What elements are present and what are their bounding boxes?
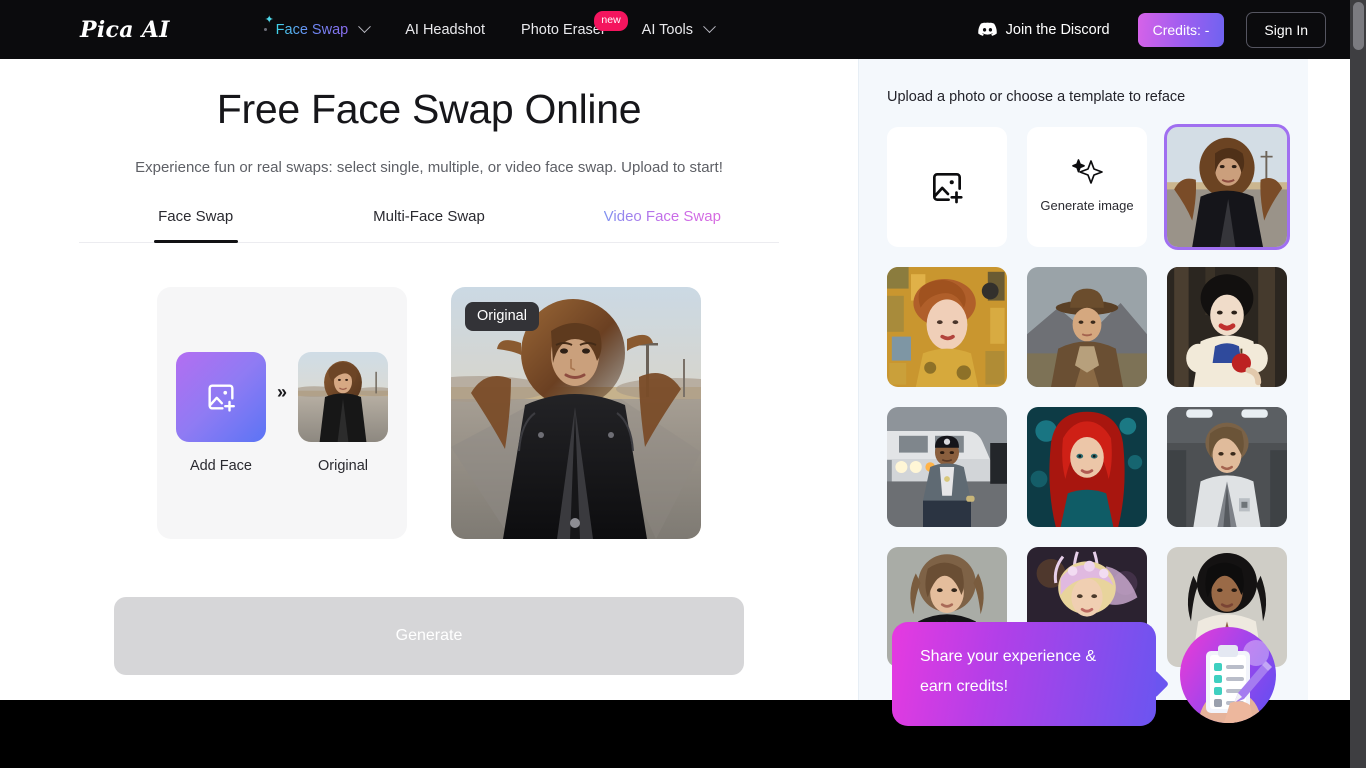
brand-logo[interactable]: Pica AI <box>80 17 170 43</box>
add-image-icon <box>932 172 963 204</box>
preview-image-card[interactable]: Original <box>451 287 701 539</box>
join-discord-link[interactable]: Join the Discord <box>977 21 1110 38</box>
generate-image-card[interactable]: Generate image <box>1027 127 1147 247</box>
target-thumbnail-image <box>298 352 388 442</box>
template-image-red-hair-woman <box>1027 407 1147 527</box>
template-card-snow-white[interactable] <box>1167 267 1287 387</box>
template-image-desert-woman <box>1167 127 1287 247</box>
panel-title: Upload a photo or choose a template to r… <box>887 89 1186 105</box>
template-card-scifi[interactable] <box>1167 407 1287 527</box>
top-header: Pica AI Face Swap ✦ AI Headshot Photo Er… <box>0 0 1350 59</box>
sparkle-icon: ✦ <box>264 14 274 26</box>
nav-item-ai-tools-label: AI Tools <box>641 21 693 38</box>
tab-face-swap[interactable]: Face Swap <box>79 200 312 242</box>
main-nav: Face Swap ✦ AI Headshot Photo Eraser new… <box>246 0 732 59</box>
swap-workspace: Add Face » Original Original <box>156 287 702 539</box>
survey-widget: Share your experience & earn credits! <box>892 622 1276 726</box>
template-card-klimt[interactable] <box>887 267 1007 387</box>
original-badge: Original <box>465 302 539 331</box>
template-panel: Upload a photo or choose a template to r… <box>858 59 1308 700</box>
bullet-dot-icon <box>263 28 267 31</box>
add-face-slot: Add Face <box>175 352 266 474</box>
nav-item-face-swap[interactable]: Face Swap ✦ <box>246 0 388 59</box>
nav-item-photo-eraser-label: Photo Eraser <box>521 21 606 38</box>
tab-face-swap-label: Face Swap <box>158 208 234 225</box>
tab-video-face-swap[interactable]: Video Face Swap <box>546 200 779 242</box>
survey-message-line1: Share your experience & <box>920 648 1097 665</box>
tab-multi-face-swap[interactable]: Multi-Face Swap <box>312 200 545 242</box>
generate-button[interactable]: Generate <box>114 597 744 675</box>
template-grid: Generate image <box>887 124 1290 667</box>
template-card-rapper[interactable] <box>887 407 1007 527</box>
add-face-label: Add Face <box>189 458 253 474</box>
bottom-black-bar <box>0 700 1366 768</box>
page-scrollbar[interactable] <box>1350 0 1366 768</box>
swap-arrow-icon: » <box>276 381 287 402</box>
template-card-red-hair[interactable] <box>1027 407 1147 527</box>
nav-item-ai-tools[interactable]: AI Tools <box>624 0 732 59</box>
add-image-icon <box>208 384 235 412</box>
add-face-button[interactable] <box>175 352 266 442</box>
main-stage: Free Face Swap Online Experience fun or … <box>0 59 858 700</box>
face-selection-card: Add Face » Original <box>157 287 407 539</box>
target-thumbnail[interactable] <box>298 352 388 442</box>
template-card-selected[interactable] <box>1164 124 1290 250</box>
sign-in-button[interactable]: Sign In <box>1246 11 1326 48</box>
page-scrollbar-thumb[interactable] <box>1353 2 1364 50</box>
generate-image-inner: Generate image <box>1040 158 1134 213</box>
sparkles-icon <box>1072 158 1103 184</box>
page-title: Free Face Swap Online <box>216 86 642 132</box>
survey-message-line2: earn credits! <box>920 678 1009 695</box>
survey-icon-button[interactable] <box>1180 627 1276 723</box>
chevron-down-icon <box>358 20 372 34</box>
nav-item-photo-eraser[interactable]: Photo Eraser new <box>503 0 628 59</box>
chevron-down-icon <box>703 20 716 34</box>
template-image-rapper-car <box>887 407 1007 527</box>
target-face-slot: Original <box>298 352 388 474</box>
nav-item-ai-headshot-label: AI Headshot <box>405 21 486 38</box>
survey-bubble[interactable]: Share your experience & earn credits! <box>892 622 1156 726</box>
nav-item-face-swap-label: Face Swap <box>275 21 349 38</box>
template-card-cowboy[interactable] <box>1027 267 1147 387</box>
nav-item-ai-headshot[interactable]: AI Headshot <box>387 0 503 59</box>
template-image-cowboy <box>1027 267 1147 387</box>
new-badge: new <box>594 11 628 31</box>
page-root: Pica AI Face Swap ✦ AI Headshot Photo Er… <box>0 0 1366 768</box>
page-subtitle: Experience fun or real swaps: select sin… <box>135 159 723 176</box>
template-image-klimt-portrait <box>887 267 1007 387</box>
mode-tabs: Face Swap Multi-Face Swap Video Face Swa… <box>79 200 779 243</box>
header-actions: Join the Discord Credits: - Sign In <box>977 11 1350 48</box>
discord-icon <box>977 22 997 36</box>
generate-image-label: Generate image <box>1040 197 1134 213</box>
tab-video-face-swap-label: Video Face Swap <box>603 208 721 225</box>
upload-photo-card[interactable] <box>887 127 1007 247</box>
tab-multi-face-swap-label: Multi-Face Swap <box>373 208 485 225</box>
clipboard-survey-icon <box>1198 640 1272 723</box>
template-image-snow-white <box>1167 267 1287 387</box>
target-face-label: Original <box>318 458 368 474</box>
credits-button[interactable]: Credits: - <box>1137 12 1225 47</box>
join-discord-label: Join the Discord <box>1005 21 1110 38</box>
template-image-scifi-woman <box>1167 407 1287 527</box>
